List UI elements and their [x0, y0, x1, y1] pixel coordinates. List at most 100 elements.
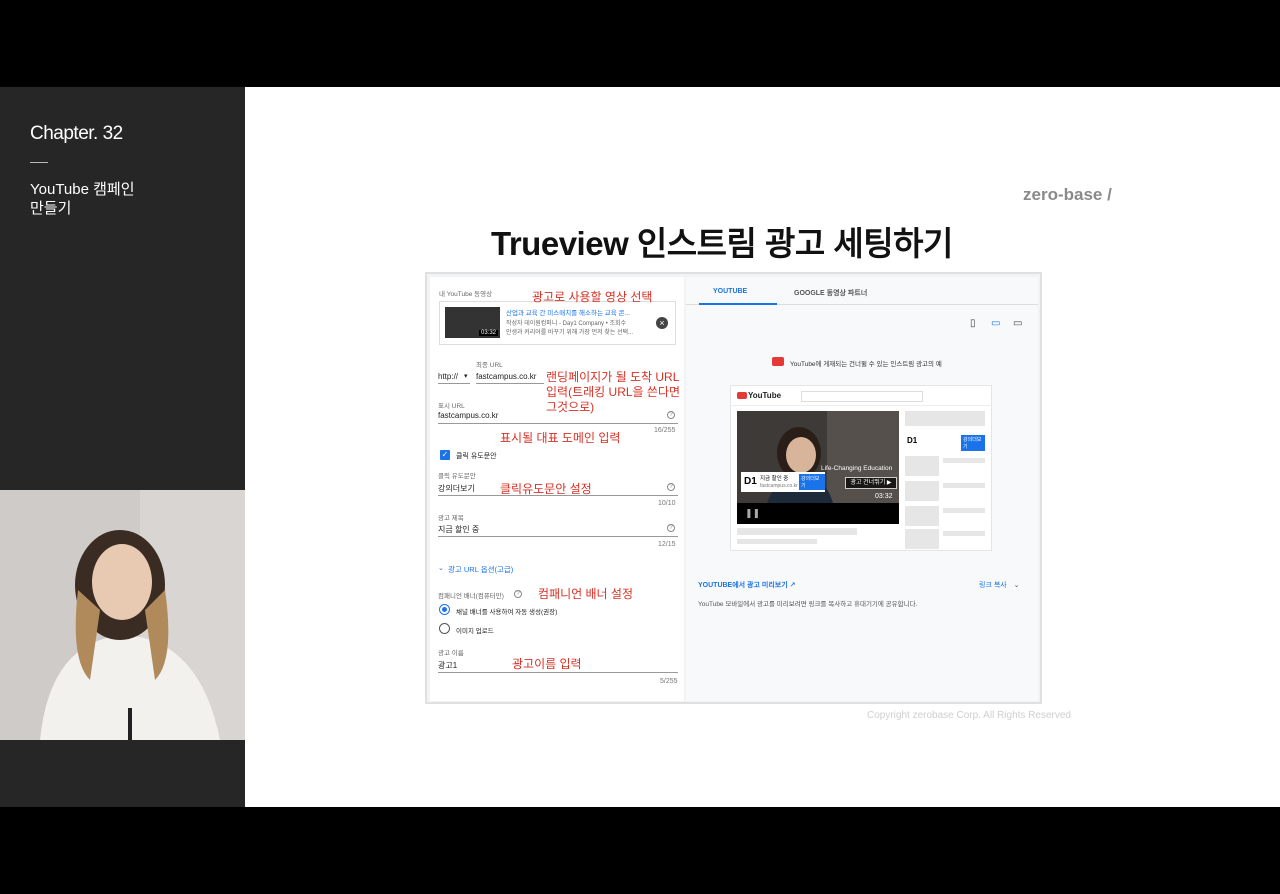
radio-upload-label: 이미지 업로드: [456, 628, 494, 635]
mobile-icon[interactable]: ▯: [970, 318, 976, 329]
ad-rank: D1: [744, 476, 757, 487]
annotation-landing-3: 그것으로): [546, 400, 595, 414]
placeholder-line-4: [943, 531, 985, 536]
topic-line-1: YouTube 캠페인: [30, 181, 135, 198]
help-icon[interactable]: ?: [667, 524, 675, 532]
video-frame: Chapter. 32 YouTube 캠페인 만들기 zero-base / …: [0, 87, 1280, 807]
preview-link-label: YOUTUBE에서 광고 미리보기: [698, 582, 788, 589]
cta-label: 클릭 유도문안: [438, 473, 476, 480]
side-cta-button[interactable]: 강의더보기: [961, 435, 985, 451]
ad-name-count: 5/255: [660, 678, 678, 685]
protocol-select[interactable]: http://: [438, 372, 458, 381]
slide-title: Trueview 인스트림 광고 세팅하기: [491, 225, 953, 262]
pause-icon[interactable]: ❚❚: [745, 508, 760, 519]
sidebar: Chapter. 32 YouTube 캠페인 만들기: [0, 87, 245, 807]
radio-auto-banner[interactable]: [439, 604, 450, 615]
chevron-down-icon[interactable]: ⌄: [438, 564, 444, 572]
tv-icon[interactable]: ▭: [1013, 318, 1022, 329]
display-url-underline: [438, 423, 678, 424]
ad-name-input[interactable]: 광고1: [438, 660, 457, 671]
ad-overlay[interactable]: D1 지금 할인 중 fastcampus.co.kr 강의더보기: [741, 472, 825, 492]
headline-underline: [438, 536, 678, 537]
external-link-icon: ↗: [789, 582, 796, 589]
placeholder-line-1: [943, 458, 985, 463]
skip-ad-button[interactable]: 광고 건너뛰기 ▶: [845, 477, 897, 489]
chevron-down-icon: ⌄: [1013, 582, 1020, 589]
tab-youtube[interactable]: YOUTUBE: [713, 288, 747, 295]
youtube-play-icon: [772, 357, 784, 366]
video-meta: 작성자 데이원컴퍼니 - Day1 Company • 조회수: [506, 321, 627, 327]
companion-banner-preview[interactable]: D1 강의더보기: [905, 433, 985, 451]
placeholder-banner: [905, 411, 985, 426]
video-duration: 03:32: [875, 493, 893, 500]
preview-search-bar: [801, 391, 923, 402]
headline-input[interactable]: 지금 할인 중: [438, 524, 479, 535]
video-caption: Life-Changing Education: [821, 465, 893, 472]
ad-url: fastcampus.co.kr: [760, 483, 798, 489]
remove-video-icon[interactable]: ×: [656, 317, 668, 329]
copy-link-label: 링크 복사: [979, 582, 1007, 589]
cta-input[interactable]: 강의더보기: [438, 483, 475, 494]
annotation-select-video: 광고로 사용할 영상 선택: [532, 290, 653, 304]
final-url-label: 최종 URL: [476, 362, 503, 369]
youtube-preview-window: YouTube Life-Changing Education D1 지금 할인…: [730, 385, 993, 551]
topic-title: YouTube 캠페인 만들기: [30, 180, 230, 218]
video-controls[interactable]: ❚❚: [737, 503, 899, 524]
url-options-toggle[interactable]: 광고 URL 옵션(고급): [448, 564, 513, 575]
ad-name-label: 광고 이름: [438, 650, 464, 657]
display-url-input[interactable]: fastcampus.co.kr: [438, 411, 498, 420]
final-url-input[interactable]: fastcampus.co.kr: [476, 372, 536, 381]
radio-upload-image[interactable]: [439, 623, 450, 634]
annotation-cta-setting: 클릭유도문안 설정: [500, 482, 592, 496]
selected-video-card[interactable]: 03:32 산업과 교육 간 미스매치를 해소하는 교육 콘... 작성자 데이…: [439, 301, 676, 345]
annotation-display-domain: 표시될 대표 도메인 입력: [500, 431, 621, 445]
help-icon[interactable]: ?: [667, 483, 675, 491]
companion-label: 컴패니언 배너(컴퓨터만): [438, 593, 504, 600]
help-icon[interactable]: ?: [514, 590, 522, 598]
preview-sidebar: D1 강의더보기: [905, 411, 990, 549]
active-tab-indicator: [699, 303, 777, 305]
copy-link-button[interactable]: 링크 복사 ⌄: [979, 580, 1020, 590]
tab-google-partners[interactable]: GOOGLE 동영상 파트너: [794, 288, 867, 298]
laptop-icon[interactable]: ▭: [991, 318, 1000, 329]
ad-preview-panel: YOUTUBE GOOGLE 동영상 파트너 ▯ ▭ ▭ YouTube에 게재…: [686, 277, 1038, 701]
placeholder-meta: [737, 539, 817, 544]
preview-video: Life-Changing Education D1 지금 할인 중 fastc…: [737, 411, 899, 524]
help-icon[interactable]: ?: [667, 411, 675, 419]
my-video-label: 내 YouTube 동영상: [439, 291, 493, 298]
chapter-label: Chapter. 32: [30, 123, 123, 144]
cta-checkbox-label: 클릭 유도문안: [456, 453, 497, 460]
youtube-logo-text: YouTube: [748, 391, 782, 400]
placeholder-title: [737, 528, 857, 535]
thumbnail-duration: 03:32: [478, 330, 498, 336]
placeholder-thumb-3: [905, 506, 939, 526]
cta-count: 10/10: [658, 500, 676, 507]
youtube-logo-icon: [737, 392, 747, 399]
cta-checkbox[interactable]: ✓: [440, 450, 450, 460]
placeholder-thumb-2: [905, 481, 939, 501]
protocol-underline: [438, 383, 470, 384]
brand-logo: zero-base /: [1023, 185, 1112, 204]
ad-headline: 지금 할인 중: [760, 476, 789, 482]
annotation-companion-setting: 컴패니언 배너 설정: [538, 587, 633, 601]
headline-label: 광고 제목: [438, 515, 464, 522]
video-thumbnail: 03:32: [445, 307, 500, 338]
ad-cta-button[interactable]: 강의더보기: [799, 474, 825, 490]
annotation-ad-name-input: 광고이름 입력: [512, 657, 582, 671]
placeholder-line-2: [943, 483, 985, 488]
preview-description: YouTube 모바일에서 광고를 미리보려면 링크를 복사하고 휴대기기에 공…: [698, 601, 918, 608]
video-title: 산업과 교육 간 미스매치를 해소하는 교육 콘...: [506, 310, 630, 317]
headline-count: 12/15: [658, 541, 676, 548]
protocol-dropdown-icon[interactable]: ▾: [464, 372, 468, 380]
side-rank: D1: [907, 436, 918, 445]
ads-screenshot: 내 YouTube 동영상 03:32 산업과 교육 간 미스매치를 해소하는 …: [425, 272, 1042, 704]
ad-name-underline: [438, 672, 678, 673]
slide: zero-base / Trueview 인스트림 광고 세팅하기 내 YouT…: [245, 87, 1280, 807]
divider: [30, 162, 48, 163]
preview-header: YouTube: [731, 386, 993, 406]
placeholder-line-3: [943, 508, 985, 513]
presenter-image: [0, 490, 245, 740]
copyright: Copyright zerobase Corp. All Rights Rese…: [867, 710, 1071, 721]
radio-auto-label: 채널 배너를 사용하여 자동 생성(권장): [456, 609, 558, 616]
preview-on-youtube-link[interactable]: YOUTUBE에서 광고 미리보기 ↗: [698, 580, 795, 590]
